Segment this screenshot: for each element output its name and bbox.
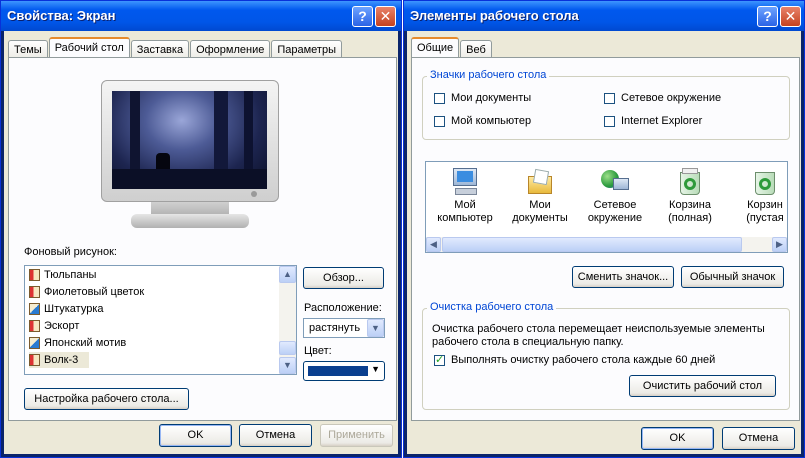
ok-button[interactable]: OK [641, 427, 714, 450]
internet-explorer-checkbox[interactable] [604, 116, 615, 127]
cancel-button[interactable]: Отмена [722, 427, 795, 450]
desktop-items-window: Элементы рабочего стола ? ✕ Общие Веб Зн… [403, 0, 805, 458]
cleanup-checkbox[interactable]: ✓ [434, 354, 445, 366]
title-bar[interactable]: Элементы рабочего стола [404, 1, 804, 31]
list-item[interactable]: Фиолетовый цветок [29, 284, 144, 300]
close-icon[interactable]: ✕ [375, 6, 396, 27]
list-scrollbar[interactable]: ▲ ▼ [279, 266, 296, 374]
wallpaper-preview-image [112, 91, 267, 189]
list-item[interactable]: Тюльпаны [29, 267, 96, 283]
desktop-icons-legend: Значки рабочего стола [427, 69, 550, 81]
my-computer-icon [451, 168, 479, 196]
display-properties-window: Свойства: Экран ? ✕ Темы Рабочий стол За… [0, 0, 402, 458]
my-computer-label: Мой компьютер [451, 115, 532, 127]
scroll-up-button[interactable]: ▲ [279, 266, 296, 283]
window-body: Темы Рабочий стол Заставка Оформление Па… [4, 31, 398, 454]
wallpaper-list[interactable]: Тюльпаны Фиолетовый цветок Штукатурка Эс… [24, 265, 297, 375]
desktop-icon-network[interactable]: Сетевое окружение [580, 168, 650, 225]
scroll-right-button[interactable]: ▶ [772, 237, 787, 252]
list-item[interactable]: Эскорт [29, 318, 79, 334]
image-file-icon [29, 269, 40, 281]
position-select[interactable]: растянуть ▼ [303, 318, 385, 338]
cleanup-checkbox-label: Выполнять очистку рабочего стола каждые … [451, 354, 716, 366]
my-documents-checkbox[interactable] [434, 93, 445, 104]
window-body: Общие Веб Значки рабочего стола Мои доку… [407, 31, 801, 454]
change-icon-button[interactable]: Сменить значок... [572, 266, 674, 288]
chevron-down-icon[interactable]: ▼ [367, 319, 384, 337]
recycle-bin-full-icon [678, 168, 702, 196]
position-label: Расположение: [304, 302, 382, 314]
window-title: Свойства: Экран [7, 8, 116, 23]
recycle-bin-empty-icon [753, 168, 777, 196]
browse-button[interactable]: Обзор... [303, 267, 384, 289]
scroll-thumb[interactable] [279, 341, 296, 355]
my-documents-icon [526, 168, 554, 196]
color-swatch [308, 366, 368, 376]
scroll-left-button[interactable]: ◀ [426, 237, 441, 252]
image-file-icon [29, 337, 40, 349]
desktop-icon-my-computer[interactable]: Мой компьютер [430, 168, 500, 225]
position-value: растянуть [309, 322, 361, 334]
image-file-icon [29, 303, 40, 315]
customize-desktop-button[interactable]: Настройка рабочего стола... [24, 388, 189, 410]
cleanup-description-line2: рабочего стола в специальную папку. [432, 336, 624, 348]
checkmark-icon: ✓ [435, 354, 445, 366]
my-computer-checkbox[interactable] [434, 116, 445, 127]
internet-explorer-label: Internet Explorer [621, 115, 703, 127]
desktop-icon-recycle-bin-full[interactable]: Корзина (полная) [655, 168, 725, 225]
image-file-icon [29, 286, 40, 298]
icon-view-hscrollbar[interactable]: ◀ ▶ [426, 237, 787, 252]
network-icon [601, 168, 629, 196]
default-icon-button[interactable]: Обычный значок [681, 266, 784, 288]
cleanup-legend: Очистка рабочего стола [427, 301, 557, 313]
desktop-icon-recycle-bin-empty[interactable]: Корзин (пустая [730, 168, 787, 225]
ok-button[interactable]: OK [159, 424, 232, 447]
window-title: Элементы рабочего стола [410, 8, 579, 23]
my-documents-label: Мои документы [451, 92, 532, 104]
color-picker-button[interactable]: ▼ [303, 361, 385, 381]
scroll-thumb[interactable] [442, 237, 742, 252]
network-checkbox[interactable] [604, 93, 615, 104]
monitor-preview [101, 80, 279, 232]
cleanup-description-line1: Очистка рабочего стола перемещает неиспо… [432, 323, 765, 335]
help-icon[interactable]: ? [757, 6, 778, 27]
background-label: Фоновый рисунок: [24, 246, 117, 258]
list-item[interactable]: Штукатурка [29, 301, 104, 317]
close-icon[interactable]: ✕ [780, 6, 801, 27]
scroll-down-button[interactable]: ▼ [279, 357, 296, 374]
icon-view[interactable]: Мой компьютер Мои документы Сетевое окру… [425, 161, 788, 253]
title-bar[interactable]: Свойства: Экран [1, 1, 401, 31]
color-label: Цвет: [304, 345, 332, 357]
apply-button[interactable]: Применить [320, 424, 393, 447]
list-item[interactable]: Японский мотив [29, 335, 126, 351]
desktop-tab-panel: Фоновый рисунок: Тюльпаны Фиолетовый цве… [8, 57, 397, 421]
network-label: Сетевое окружение [621, 92, 722, 104]
list-item-selected[interactable]: Волк-3 [29, 352, 89, 368]
desktop-icon-my-documents[interactable]: Мои документы [505, 168, 575, 225]
image-file-icon [29, 320, 40, 332]
cleanup-now-button[interactable]: Очистить рабочий стол [629, 375, 776, 397]
desktop-icons-group [422, 76, 790, 140]
chevron-down-icon: ▼ [371, 364, 380, 374]
help-icon[interactable]: ? [352, 6, 373, 27]
general-tab-panel: Значки рабочего стола Мои документы Сете… [411, 57, 800, 421]
cancel-button[interactable]: Отмена [239, 424, 312, 447]
image-file-icon [29, 354, 40, 366]
